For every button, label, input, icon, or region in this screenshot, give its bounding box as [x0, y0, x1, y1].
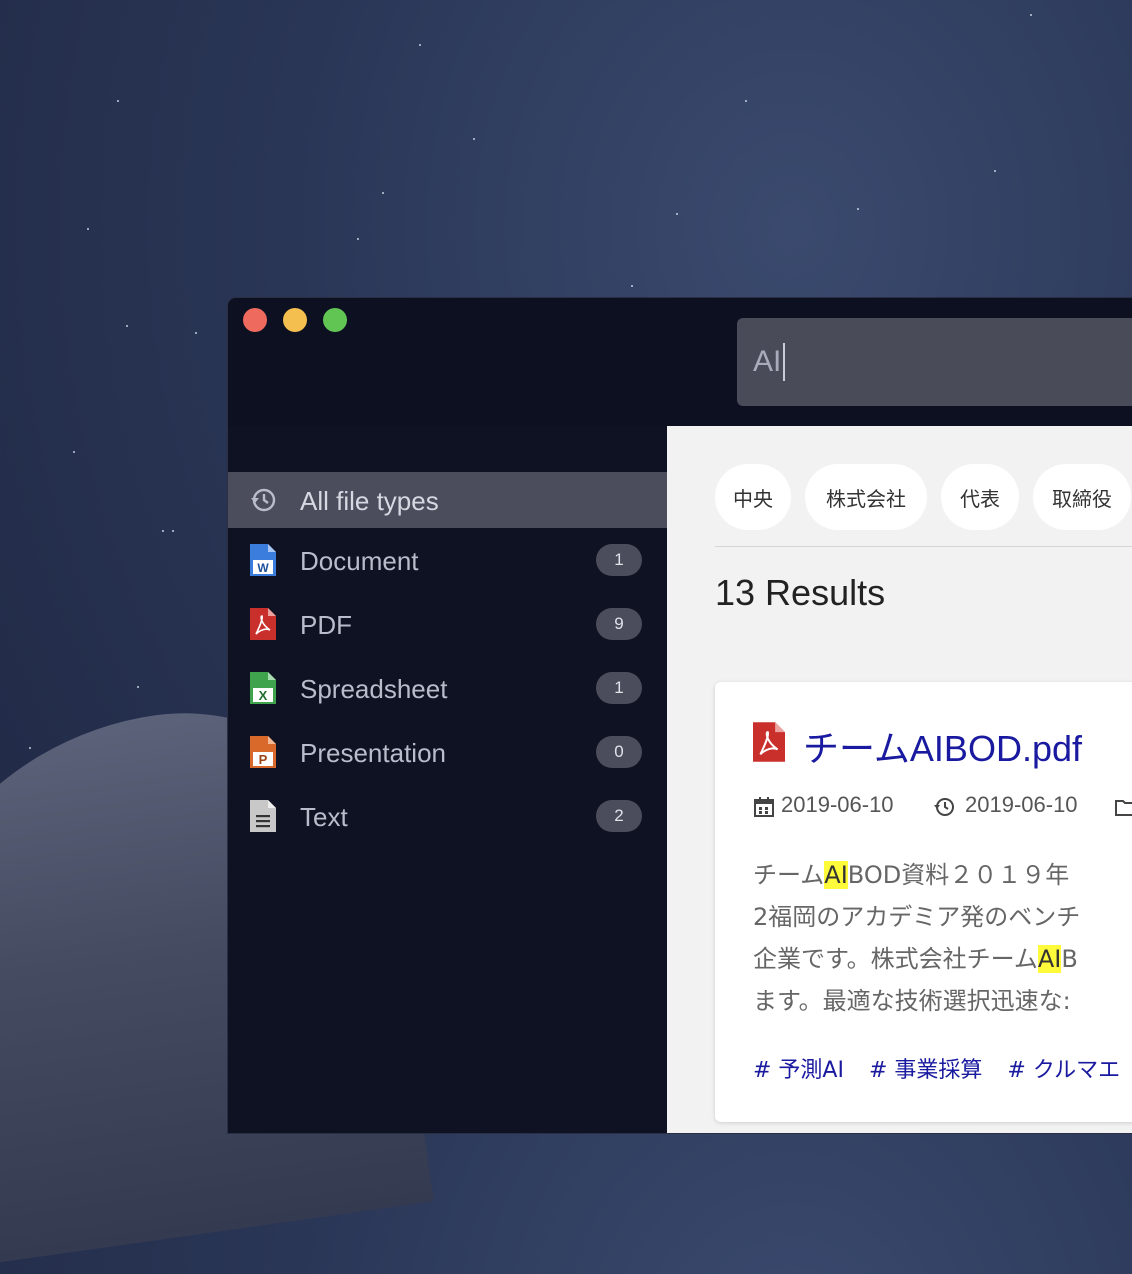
- keyword-chip[interactable]: 株式会社: [805, 464, 927, 530]
- count-badge: 1: [596, 544, 642, 576]
- tag-link[interactable]: # クルマエ: [1007, 1058, 1120, 1083]
- result-snippet: チームAIBOD資料２０１９年 2福岡のアカデミア発のベンチ 企業です。株式会社…: [753, 854, 1132, 1022]
- keyword-chip[interactable]: 中央: [715, 464, 791, 530]
- snippet-text: ます。最適な技術選択迅速な:: [753, 987, 1071, 1015]
- divider: [715, 546, 1132, 547]
- sidebar-item-label: Text: [300, 802, 348, 832]
- folder-icon: [1115, 800, 1132, 816]
- text-caret: [783, 343, 786, 381]
- snippet-text: BOD資料２０１９年: [847, 861, 1070, 889]
- count-badge: 2: [596, 800, 642, 832]
- app-window: AI All file types W Document 1 PDF 9 X S…: [228, 298, 1132, 1133]
- sidebar-item-label: Document: [300, 546, 419, 576]
- close-window-button[interactable]: [243, 308, 267, 332]
- calendar-icon: [754, 797, 774, 817]
- history-icon: [251, 488, 276, 512]
- sidebar-item-pdf[interactable]: PDF 9: [228, 596, 667, 652]
- history-icon: [934, 798, 954, 816]
- excel-spreadsheet-icon: X: [250, 672, 276, 704]
- pdf-file-icon: [753, 722, 785, 762]
- tag-list: # 予測AI # 事業採算 # クルマエ: [753, 1052, 1132, 1084]
- snippet-text: 2福岡のアカデミア発のベンチ: [753, 903, 1081, 931]
- tag-link[interactable]: # 予測AI: [753, 1058, 844, 1083]
- zoom-window-button[interactable]: [323, 308, 347, 332]
- svg-text:X: X: [259, 688, 268, 703]
- result-card[interactable]: チームAIBOD.pdf 2019-06-10 2019-06-10 チームAI…: [715, 682, 1132, 1122]
- svg-text:P: P: [259, 752, 268, 767]
- search-input[interactable]: AI: [737, 318, 1132, 406]
- sidebar-item-presentation[interactable]: P Presentation 0: [228, 724, 667, 780]
- created-date: 2019-06-10: [781, 792, 894, 817]
- sidebar: All file types W Document 1 PDF 9 X Spre…: [228, 426, 667, 1133]
- word-document-icon: W: [250, 544, 276, 576]
- sidebar-item-text[interactable]: Text 2: [228, 788, 667, 844]
- sidebar-item-label: Spreadsheet: [300, 674, 448, 704]
- keyword-chip[interactable]: 代表: [941, 464, 1019, 530]
- sidebar-item-document[interactable]: W Document 1: [228, 532, 667, 588]
- snippet-text: 企業です。株式会社チーム: [753, 945, 1038, 973]
- text-file-icon: [250, 800, 276, 832]
- powerpoint-presentation-icon: P: [250, 736, 276, 768]
- highlight-match: AI: [1037, 945, 1062, 973]
- sidebar-item-label: Presentation: [300, 738, 446, 768]
- count-badge: 1: [596, 672, 642, 704]
- results-pane: 中央 株式会社 代表 取締役 13 Results チームAIBOD.pdf 2…: [667, 426, 1132, 1133]
- sidebar-item-spreadsheet[interactable]: X Spreadsheet 1: [228, 660, 667, 716]
- highlight-match: AI: [824, 861, 848, 889]
- minimize-window-button[interactable]: [283, 308, 307, 332]
- search-input-value: AI: [753, 345, 782, 378]
- count-badge: 9: [596, 608, 642, 640]
- tag-link[interactable]: # 事業採算: [869, 1058, 982, 1083]
- modified-date: 2019-06-10: [965, 792, 1078, 817]
- count-badge: 0: [596, 736, 642, 768]
- sidebar-item-label: All file types: [300, 486, 439, 516]
- keyword-chip[interactable]: 取締役: [1033, 464, 1131, 530]
- sidebar-item-all-file-types[interactable]: All file types: [228, 472, 667, 528]
- svg-text:W: W: [257, 561, 269, 575]
- pdf-file-icon: [250, 608, 276, 640]
- sidebar-item-label: PDF: [300, 610, 352, 640]
- snippet-text: B: [1061, 945, 1078, 973]
- snippet-text: チーム: [753, 861, 825, 889]
- title-bar: AI: [228, 298, 1132, 426]
- results-count: 13 Results: [715, 572, 886, 613]
- result-title-link[interactable]: チームAIBOD.pdf: [803, 720, 1082, 772]
